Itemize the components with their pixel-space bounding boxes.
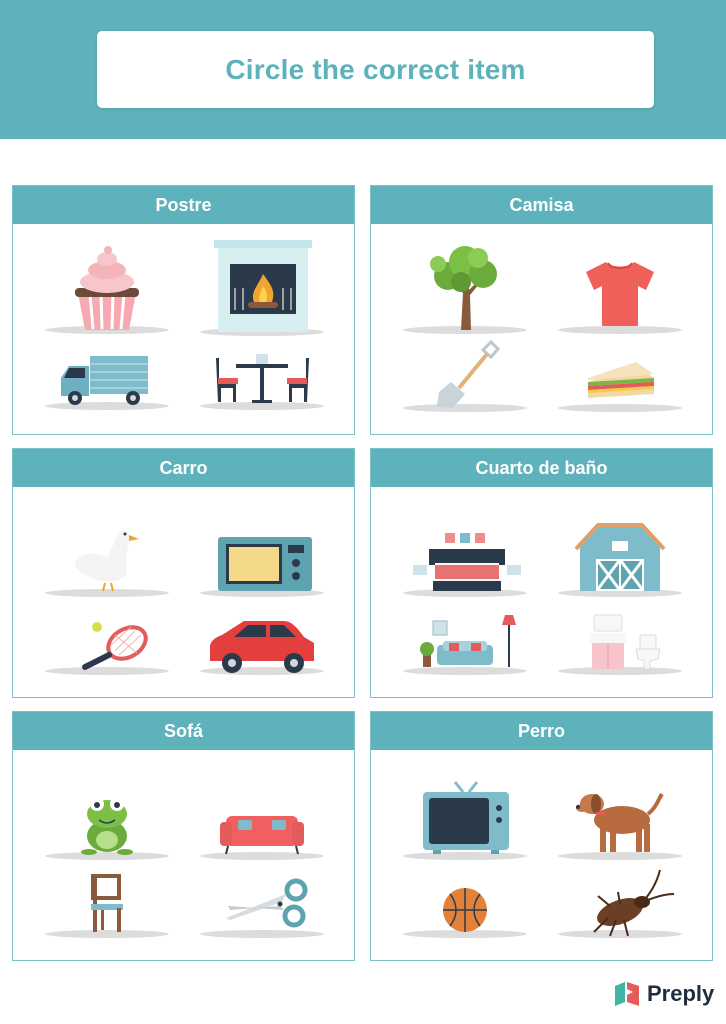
card-title: Sofá [163, 720, 203, 741]
card-cuarto-de-bano: Cuarto de baño [370, 448, 713, 698]
truck-icon[interactable] [45, 322, 170, 422]
card-perro: Perro [370, 711, 713, 961]
card-header: Camisa [371, 186, 712, 224]
tennis-racket-icon[interactable] [45, 585, 170, 685]
card-title: Postre [155, 194, 212, 215]
card-title: Camisa [509, 194, 574, 215]
brand-name: Preply [647, 981, 715, 1006]
scissors-icon[interactable] [200, 848, 325, 948]
shovel-icon[interactable] [403, 322, 528, 422]
card-postre: Postre [12, 185, 355, 435]
sandwich-icon[interactable] [558, 322, 683, 422]
bathroom-icon[interactable] [558, 585, 683, 685]
card-camisa: Camisa [370, 185, 713, 435]
cockroach-icon[interactable] [558, 848, 683, 948]
card-sofa: Sofá [12, 711, 355, 961]
card-header: Sofá [13, 712, 354, 750]
card-header: Carro [13, 449, 354, 487]
card-header: Cuarto de baño [371, 449, 712, 487]
living-room-icon[interactable] [403, 585, 528, 685]
brand-logo: Preply [613, 980, 714, 1008]
card-title: Perro [517, 720, 566, 741]
chair-icon[interactable] [45, 848, 170, 948]
page-title: Circle the correct item [225, 53, 526, 85]
title-box: Circle the correct item [97, 31, 654, 108]
preply-logo-icon [615, 982, 639, 1006]
card-header: Perro [371, 712, 712, 750]
basketball-icon[interactable] [403, 848, 528, 948]
car-icon[interactable] [200, 585, 325, 685]
card-title: Cuarto de baño [475, 457, 608, 478]
dining-table-icon[interactable] [200, 322, 325, 422]
card-carro: Carro [12, 448, 355, 698]
card-header: Postre [13, 186, 354, 224]
card-title: Carro [159, 457, 208, 478]
